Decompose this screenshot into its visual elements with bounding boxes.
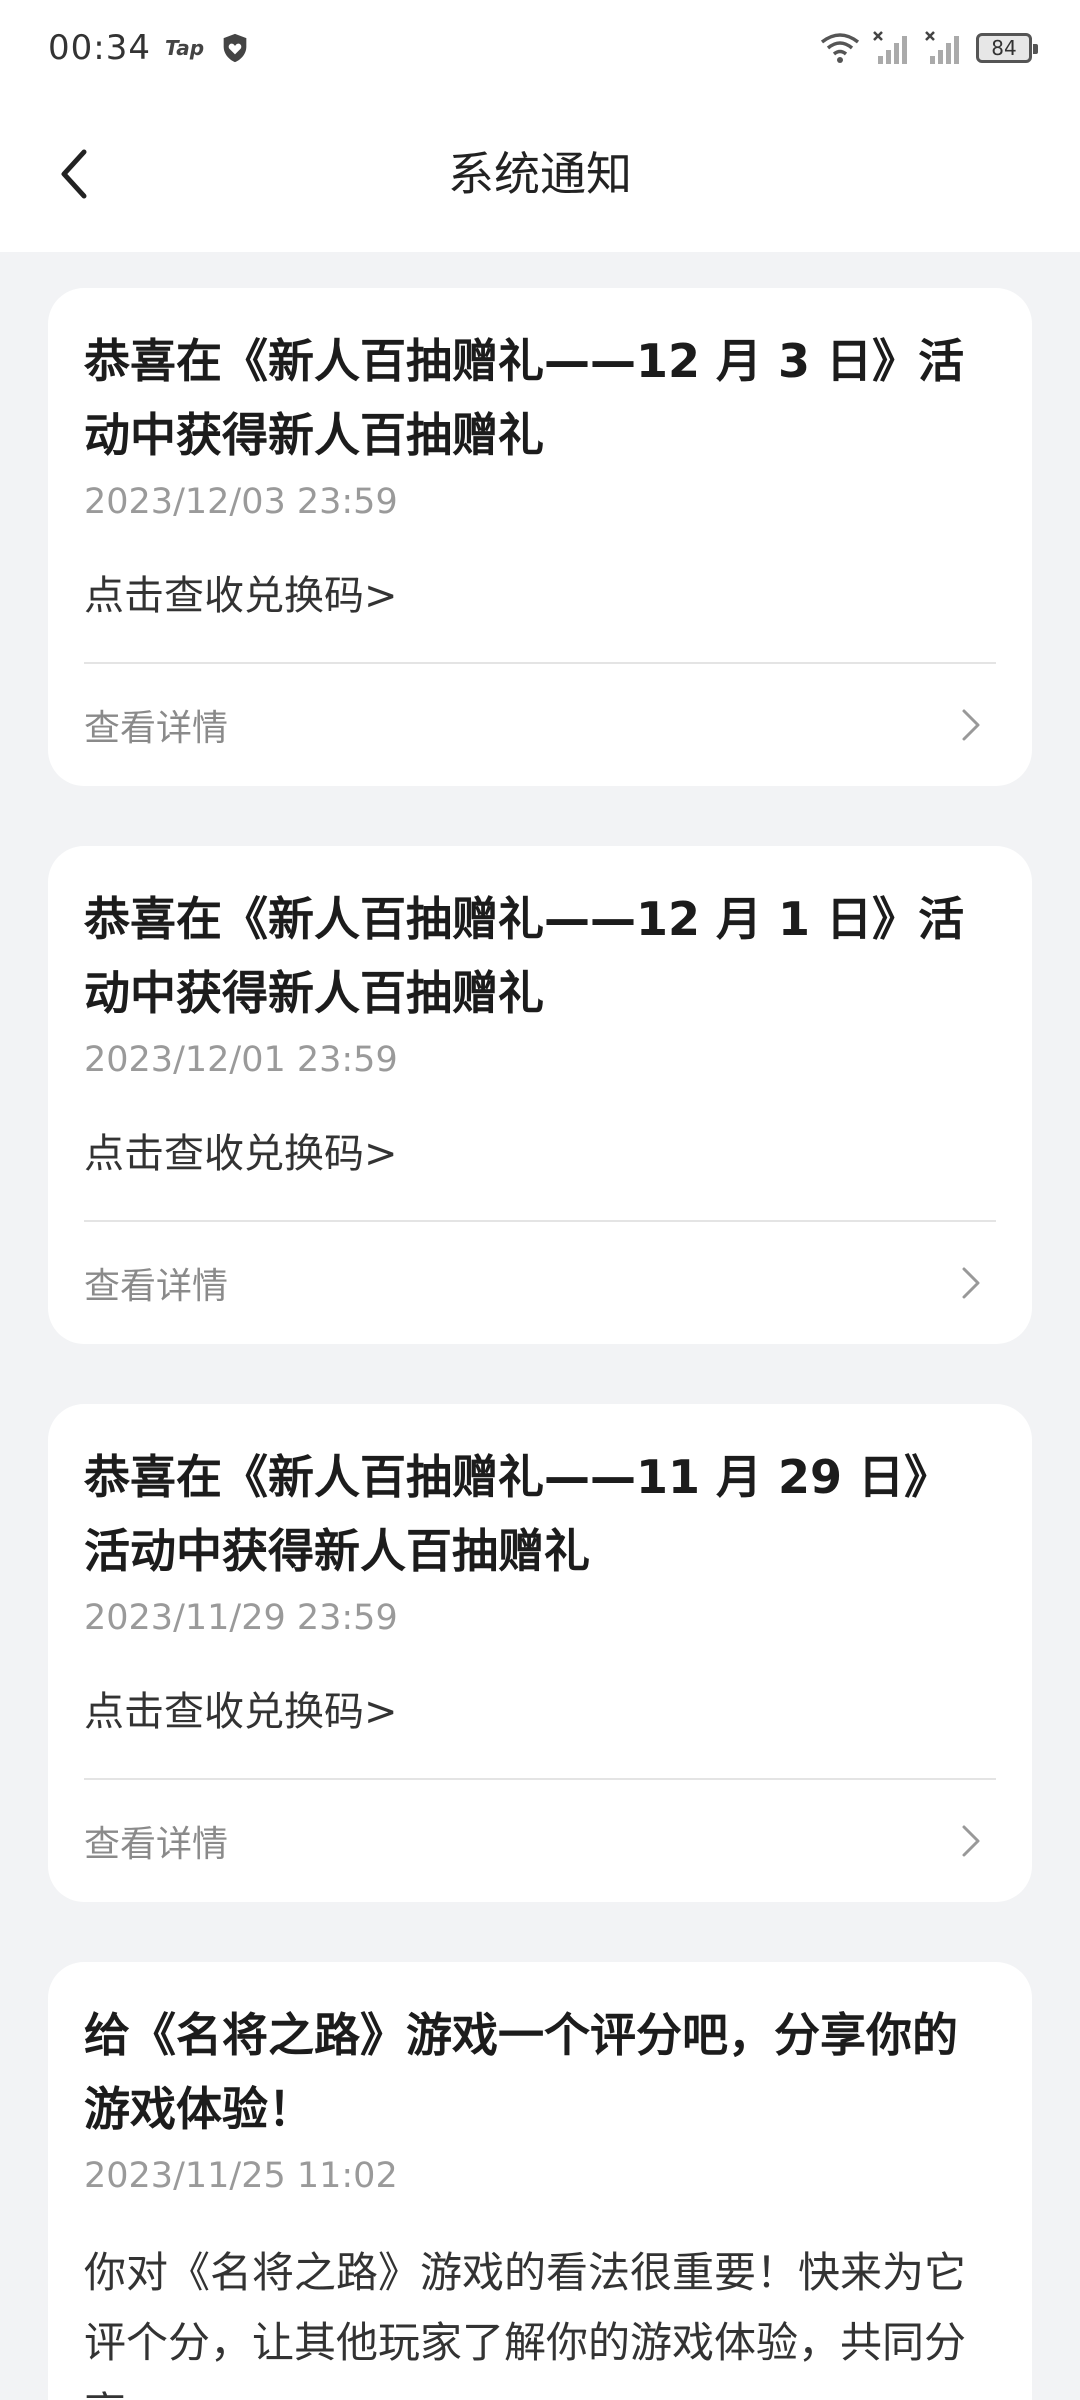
redeem-code-link[interactable]: 点击查收兑换码> [84,1680,996,1744]
notification-title: 恭喜在《新人百抽赠礼——12 月 1 日》活动中获得新人百抽赠礼 [84,892,965,1020]
status-bar: 00:34 Tap 84 [0,0,1080,96]
battery-icon: 84 [976,33,1038,63]
notification-time: 2023/12/01 23:59 [84,1040,398,1080]
notification-time: 2023/11/25 11:02 [84,2156,398,2196]
chevron-right-icon [962,709,980,741]
notification-card[interactable]: 恭喜在《新人百抽赠礼——12 月 3 日》活动中获得新人百抽赠礼 2023/12… [48,288,1032,786]
notification-time: 2023/12/03 23:59 [84,482,398,522]
chevron-right-icon [962,1267,980,1299]
view-details-row[interactable]: 查看详情 [84,664,996,786]
signal-no-service-icon-2 [925,31,959,64]
chevron-right-icon [962,1825,980,1857]
wifi-icon [820,33,860,63]
header: 系统通知 [0,96,1080,252]
notification-time: 2023/11/29 23:59 [84,1598,398,1638]
notification-body: 你对《名将之路》游戏的看法很重要！快来为它评个分，让其他玩家了解你的游戏体验，共… [84,2248,967,2400]
page-title: 系统通知 [448,147,632,201]
status-left: 00:34 Tap [48,28,252,68]
notification-title: 给《名将之路》游戏一个评分吧，分享你的游戏体验！ [84,2008,958,2136]
view-details-label: 查看详情 [84,1824,229,1865]
notification-card[interactable]: 恭喜在《新人百抽赠礼——12 月 1 日》活动中获得新人百抽赠礼 2023/12… [48,846,1032,1344]
notification-list: 恭喜在《新人百抽赠礼——12 月 3 日》活动中获得新人百抽赠礼 2023/12… [48,288,1032,2400]
view-details-label: 查看详情 [84,1266,229,1307]
status-right: 84 [820,30,1038,66]
signal-no-service-icon [873,31,907,64]
view-details-row[interactable]: 查看详情 [84,1780,996,1902]
redeem-code-link[interactable]: 点击查收兑换码> [84,1122,996,1186]
view-details-label: 查看详情 [84,708,229,749]
battery-level: 84 [991,36,1017,60]
notification-title: 恭喜在《新人百抽赠礼——11 月 29 日》活动中获得新人百抽赠礼 [84,1450,951,1578]
notification-card[interactable]: 给《名将之路》游戏一个评分吧，分享你的游戏体验！ 2023/11/25 11:0… [48,1962,1032,2400]
notification-title: 恭喜在《新人百抽赠礼——12 月 3 日》活动中获得新人百抽赠礼 [84,334,965,462]
notification-card[interactable]: 恭喜在《新人百抽赠礼——11 月 29 日》活动中获得新人百抽赠礼 2023/1… [48,1404,1032,1902]
view-details-row[interactable]: 查看详情 [84,1222,996,1344]
heart-shield-icon [223,33,247,63]
clock: 00:34 [48,28,151,68]
redeem-code-link[interactable]: 点击查收兑换码> [84,564,996,628]
tap-app-label: Tap [164,36,205,60]
